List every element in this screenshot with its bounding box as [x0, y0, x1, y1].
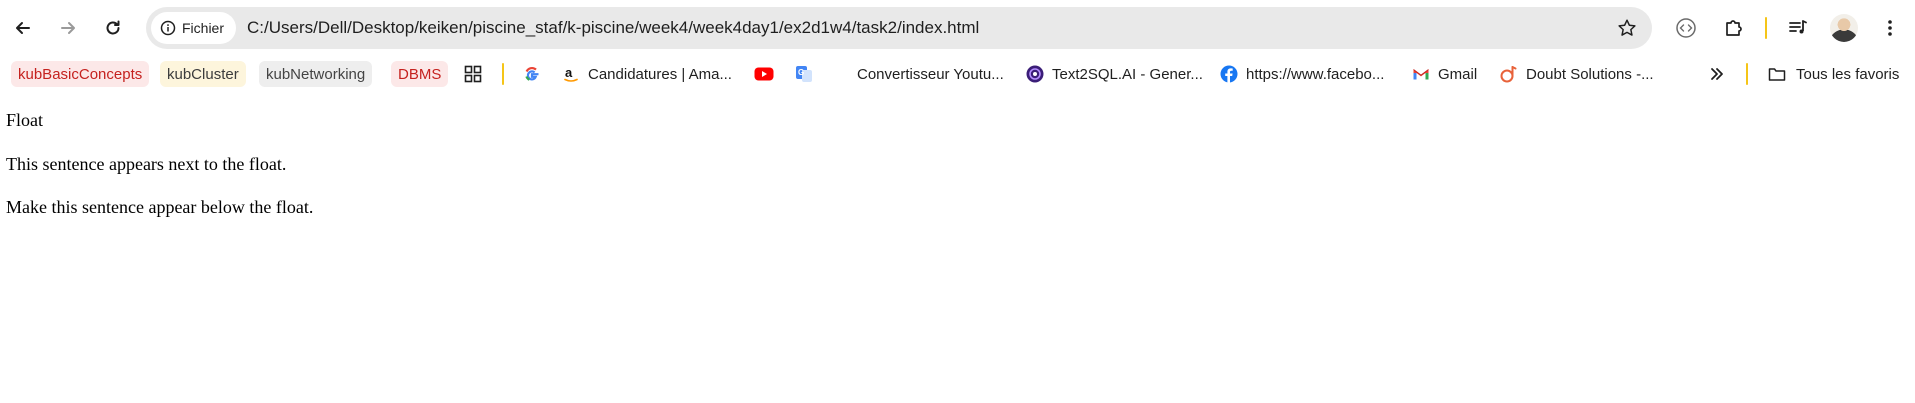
- translate-icon: G: [795, 65, 813, 83]
- bookmark-facebook[interactable]: https://www.facebo...: [1220, 61, 1384, 87]
- site-info-chip[interactable]: Fichier: [151, 12, 237, 44]
- all-bookmarks-folder[interactable]: Tous les favoris: [1768, 61, 1899, 87]
- facebook-icon: [1220, 65, 1238, 83]
- extension-button[interactable]: [1672, 14, 1700, 42]
- bookmark-kubnetworking[interactable]: kubNetworking: [259, 61, 373, 87]
- back-button[interactable]: [5, 10, 41, 46]
- reload-button[interactable]: [95, 10, 131, 46]
- youtube-icon: [754, 67, 774, 81]
- double-chevron-right-icon: [1711, 68, 1723, 80]
- extensions-button[interactable]: [1720, 14, 1748, 42]
- address-bar[interactable]: Fichier C:/Users/Dell/Desktop/keiken/pis…: [146, 7, 1652, 49]
- apps-grid-icon: [464, 65, 482, 83]
- bookmark-kubbasicconcepts[interactable]: kubBasicConcepts: [11, 61, 150, 87]
- bookmark-label: Candidatures | Ama...: [588, 65, 732, 83]
- info-icon: [160, 20, 176, 36]
- site-info-label: Fichier: [182, 20, 225, 36]
- float-label: Float: [6, 110, 44, 130]
- bookmark-label: Gmail: [1438, 65, 1478, 83]
- browser-toolbar: Fichier C:/Users/Dell/Desktop/keiken/pis…: [0, 0, 1915, 56]
- kebab-menu-icon: [1888, 20, 1892, 36]
- bookmark-text2sql[interactable]: Text2SQL.AI - Gener...: [1026, 61, 1203, 87]
- apps-button[interactable]: [464, 61, 482, 87]
- google-icon: [525, 67, 539, 81]
- profile-avatar[interactable]: [1830, 14, 1858, 42]
- gmail-icon: [1412, 65, 1430, 83]
- sentence-next-to-float: This sentence appears next to the float.: [6, 154, 287, 174]
- svg-text:a: a: [565, 65, 573, 80]
- reload-icon: [106, 20, 120, 35]
- more-bookmarks-button[interactable]: [1709, 61, 1725, 87]
- bookmark-star-icon[interactable]: [1616, 17, 1638, 39]
- bookmark-label: kubNetworking: [266, 65, 366, 83]
- amazon-icon: a: [562, 65, 580, 83]
- menu-button[interactable]: [1876, 14, 1904, 42]
- doubt-icon: [1500, 65, 1518, 83]
- bookmarks-bar: kubBasicConcepts kubCluster kubNetworkin…: [0, 56, 1915, 92]
- puzzle-icon: [1726, 20, 1742, 36]
- bookmark-label: Convertisseur Youtu...: [857, 65, 1004, 83]
- bookmark-label: DBMS: [398, 65, 442, 83]
- forward-button[interactable]: [50, 10, 86, 46]
- text2sql-icon: [1026, 65, 1044, 83]
- bookmark-label: Text2SQL.AI - Gener...: [1052, 65, 1203, 83]
- bookmark-label: https://www.facebo...: [1246, 65, 1385, 83]
- bookmark-gmail[interactable]: Gmail: [1412, 61, 1477, 87]
- toolbar-separator: [1765, 17, 1767, 39]
- bookmark-label: kubCluster: [167, 65, 239, 83]
- bookmark-label: kubBasicConcepts: [18, 65, 143, 83]
- bookmark-dbms[interactable]: DBMS: [391, 61, 449, 87]
- sentence-below-float: Make this sentence appear below the floa…: [6, 197, 314, 217]
- svg-text:G: G: [798, 68, 804, 77]
- url-text[interactable]: C:/Users/Dell/Desktop/keiken/piscine_sta…: [247, 7, 979, 49]
- bookmark-label: Tous les favoris: [1796, 65, 1900, 83]
- folder-icon: [1768, 65, 1786, 83]
- bookmark-youtube[interactable]: [754, 61, 774, 87]
- bookmark-google[interactable]: [523, 61, 541, 87]
- bookmark-candidatures[interactable]: a Candidatures | Ama...: [562, 61, 732, 87]
- playlist-icon: [1789, 20, 1807, 34]
- code-circle-icon: [1676, 18, 1696, 38]
- arrow-right-icon: [61, 22, 75, 34]
- bookmark-doubt-solutions[interactable]: Doubt Solutions -...: [1500, 61, 1654, 87]
- bookmarks-separator: [502, 63, 504, 85]
- bookmark-convertisseur[interactable]: G Convertisseur Youtu...: [795, 61, 1004, 87]
- arrow-left-icon: [16, 22, 30, 34]
- bookmark-kubcluster[interactable]: kubCluster: [160, 61, 246, 87]
- bookmark-label: Doubt Solutions -...: [1526, 65, 1654, 83]
- bookmarks-separator: [1746, 63, 1748, 85]
- media-control-button[interactable]: [1784, 14, 1812, 42]
